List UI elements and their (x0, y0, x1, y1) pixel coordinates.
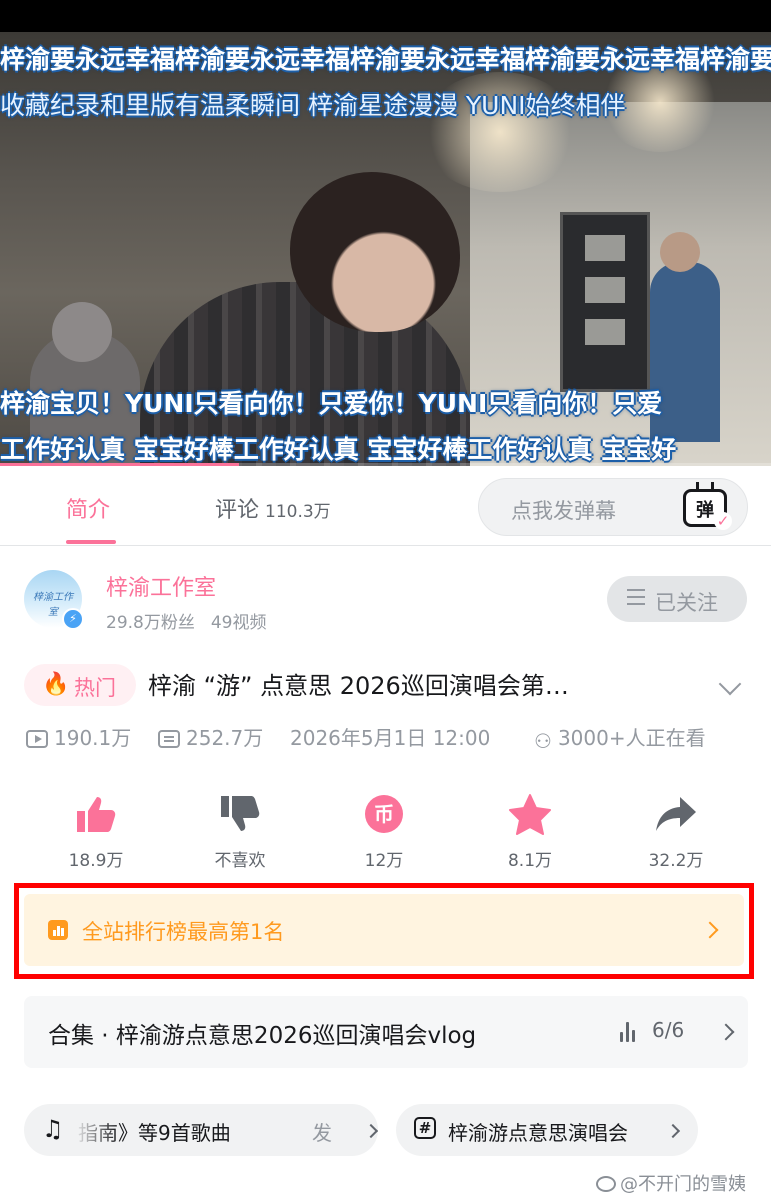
star-icon (480, 790, 580, 838)
checkmark-icon: ✓ (714, 512, 732, 530)
music-chip-send: 发 (312, 1121, 332, 1145)
tab-comments[interactable]: 评论 110.3万 (215, 492, 331, 524)
tv-antenna-icon (696, 482, 714, 490)
like-count: 18.9万 (68, 851, 124, 871)
watermark-text: @不开门的雪姨 (620, 1174, 746, 1195)
danmaku-input-placeholder: 点我发弹幕 (511, 499, 616, 523)
audio-bars-icon (620, 1022, 638, 1042)
dislike-label: 不喜欢 (214, 851, 266, 871)
favorite-count: 8.1万 (507, 851, 553, 871)
tab-active-underline (66, 540, 116, 544)
uploader-avatar[interactable]: 梓渝工作室 ⚡ (24, 570, 84, 630)
weibo-logo-icon (596, 1176, 616, 1192)
chevron-right-icon (665, 1123, 681, 1139)
danmaku-count-icon (158, 730, 180, 748)
publish-time: 2026年5月1日 12:00 (290, 726, 491, 750)
chevron-right-icon (717, 1023, 735, 1041)
uploader-stats: 29.8万粉丝 49视频 (106, 608, 267, 633)
thumbs-down-icon (190, 790, 290, 838)
menu-lines-icon (627, 589, 645, 607)
coin-glyph: 币 (365, 795, 403, 833)
collection-card[interactable]: 合集 · 梓渝游点意思2026巡回演唱会vlog 6/6 (24, 996, 748, 1068)
uploader-fans: 29.8万粉丝 (106, 613, 195, 633)
share-button[interactable]: 32.2万 (626, 790, 726, 871)
tab-intro[interactable]: 简介 (66, 492, 110, 524)
music-chip[interactable]: ♫ 指南》等9首歌曲 发 (24, 1104, 378, 1156)
main-person-head (290, 172, 460, 332)
view-count-value: 190.1万 (54, 726, 132, 750)
comments-count: 110.3万 (265, 502, 331, 522)
danmaku-line: 梓渝要永远幸福梓渝要永远幸福梓渝要永远幸福梓渝要永远幸福梓渝要永远 (0, 45, 771, 74)
view-count: 190.1万 (26, 722, 131, 751)
collection-count: 6/6 (652, 1018, 685, 1042)
uploader-name[interactable]: 梓渝工作室 (106, 570, 216, 602)
people-icon: ⚇ (534, 729, 552, 753)
like-button[interactable]: 18.9万 (46, 790, 146, 871)
uploader-videos: 49视频 (210, 613, 267, 633)
video-player[interactable]: 梓渝要永远幸福梓渝要永远幸福梓渝要永远幸福梓渝要永远幸福梓渝要永远 收藏纪录和里… (0, 32, 771, 466)
danmaku-line: 工作好认真 宝宝好棒工作好认真 宝宝好棒工作好认真 宝宝好 (0, 435, 677, 464)
rank-label: 全站排行榜最高第1名 (82, 920, 285, 944)
hashtag-icon: # (414, 1117, 436, 1139)
share-count: 32.2万 (648, 851, 704, 871)
ranking-chart-icon (48, 920, 68, 940)
rank-banner[interactable]: 全站排行榜最高第1名 (24, 894, 744, 966)
favorite-button[interactable]: 8.1万 (480, 790, 580, 871)
verified-badge-icon: ⚡ (62, 608, 84, 630)
share-arrow-icon (626, 790, 726, 838)
status-bar (0, 0, 771, 32)
dislike-button[interactable]: 不喜欢 (190, 790, 290, 871)
topic-chip[interactable]: # 梓渝游点意思演唱会 (396, 1104, 698, 1156)
danmaku-toggle-button[interactable]: 弹 ✓ (683, 482, 732, 530)
tab-bar: 简介 评论 110.3万 点我发弹幕 弹 ✓ (0, 466, 771, 546)
topic-chip-label: 梓渝游点意思演唱会 (448, 1121, 628, 1145)
background-person-head (660, 232, 700, 272)
watching-count-value: 3000+人正在看 (557, 726, 706, 750)
chevron-down-icon[interactable] (718, 672, 742, 696)
follow-button[interactable]: 已关注 (607, 576, 747, 622)
danmaku-count: 252.7万 (158, 722, 263, 751)
video-title: 梓渝 “游” 点意思 2026巡回演唱会第… (148, 672, 569, 700)
marquee-fade (78, 1104, 118, 1156)
collection-title: 合集 · 梓渝游点意思2026巡回演唱会vlog (48, 1023, 477, 1049)
watching-count: ⚇ 3000+人正在看 (534, 722, 706, 753)
thumbs-up-icon (46, 790, 146, 838)
watermark: @不开门的雪姨 (596, 1170, 746, 1196)
danmaku-line: 梓渝宝贝！YUNI只看向你！只爱你！YUNI只看向你！只爱 (0, 389, 663, 418)
background-person-head (52, 302, 112, 362)
danmaku-line: 收藏纪录和里版有温柔瞬间 梓渝星途漫漫 YUNI始终相伴 (0, 91, 626, 120)
coin-button[interactable]: 币 12万 (334, 790, 434, 871)
danmaku-count-value: 252.7万 (186, 726, 264, 750)
flame-icon: 🔥 (42, 672, 70, 697)
coin-icon: 币 (334, 790, 434, 838)
hot-badge-label: 热门 (74, 676, 116, 700)
danmaku-input[interactable]: 点我发弹幕 弹 ✓ (478, 478, 748, 536)
follow-button-label: 已关注 (655, 591, 718, 615)
coin-count: 12万 (364, 851, 404, 871)
tab-comments-label: 评论 (215, 498, 260, 523)
chevron-right-icon (701, 921, 719, 939)
music-note-icon: ♫ (42, 1115, 64, 1143)
chevron-right-icon (363, 1123, 378, 1139)
equipment-rack (560, 212, 650, 392)
play-count-icon (26, 730, 48, 748)
hot-badge[interactable]: 🔥 热门 (24, 664, 136, 706)
